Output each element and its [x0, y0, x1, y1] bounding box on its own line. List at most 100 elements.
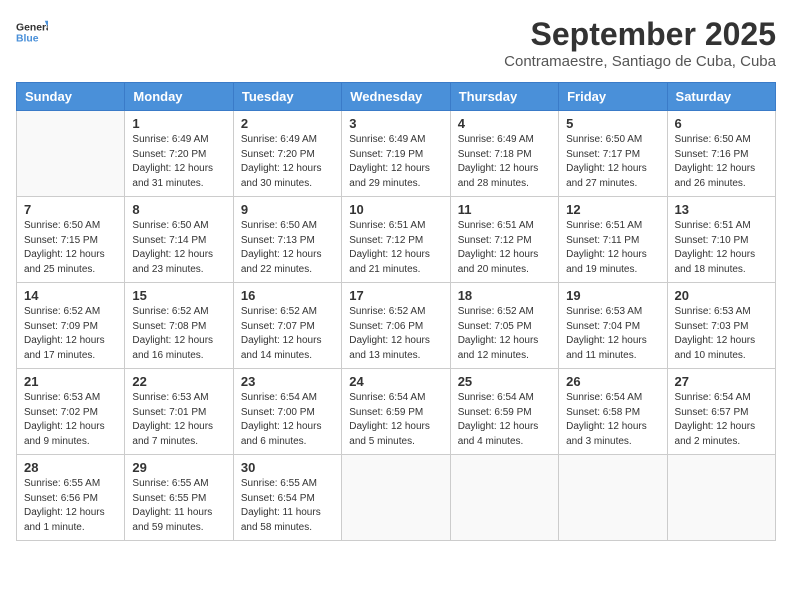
calendar-cell: 15 Sunrise: 6:52 AMSunset: 7:08 PMDayligh…	[125, 283, 233, 369]
weekday-header-friday: Friday	[559, 83, 667, 111]
day-info: Sunrise: 6:50 AMSunset: 7:15 PMDaylight:…	[24, 219, 117, 277]
day-number: 9	[241, 202, 334, 217]
day-number: 26	[566, 374, 659, 389]
weekday-header-monday: Monday	[125, 83, 233, 111]
title-section: September 2025 Contramaestre, Santiago d…	[504, 16, 776, 70]
calendar-week-row-1: 1 Sunrise: 6:49 AMSunset: 7:20 PMDaylight…	[17, 111, 776, 197]
svg-text:General: General	[16, 22, 48, 33]
day-info: Sunrise: 6:50 AMSunset: 7:17 PMDaylight:…	[566, 133, 659, 191]
calendar-week-row-5: 28 Sunrise: 6:55 AMSunset: 6:56 PMDayligh…	[17, 455, 776, 541]
day-info: Sunrise: 6:54 AMSunset: 7:00 PMDaylight:…	[241, 391, 334, 449]
calendar-cell: 22Sunrise: 6:53 AMSunset: 7:01 PMDayligh…	[125, 369, 233, 455]
day-info: Sunrise: 6:54 AMSunset: 6:59 PMDaylight:…	[349, 391, 442, 449]
day-info: Sunrise: 6:51 AMSunset: 7:12 PMDaylight:…	[349, 219, 442, 277]
day-info: Sunrise: 6:54 AMSunset: 6:58 PMDaylight:…	[566, 391, 659, 449]
day-number: 18	[458, 288, 551, 303]
day-info: Sunrise: 6:53 AMSunset: 7:02 PMDaylight:…	[24, 391, 117, 449]
calendar-cell	[450, 455, 558, 541]
calendar-table: SundayMondayTuesdayWednesdayThursdayFrid…	[16, 82, 776, 541]
calendar-cell: 23 Sunrise: 6:54 AMSunset: 7:00 PMDayligh…	[233, 369, 341, 455]
weekday-header-tuesday: Tuesday	[233, 83, 341, 111]
calendar-cell: 1 Sunrise: 6:49 AMSunset: 7:20 PMDaylight…	[125, 111, 233, 197]
day-number: 11	[458, 202, 551, 217]
calendar-cell: 14 Sunrise: 6:52 AMSunset: 7:09 PMDayligh…	[17, 283, 125, 369]
calendar-cell: 5 Sunrise: 6:50 AMSunset: 7:17 PMDaylight…	[559, 111, 667, 197]
calendar-cell: 17 Sunrise: 6:52 AMSunset: 7:06 PMDayligh…	[342, 283, 450, 369]
day-info: Sunrise: 6:49 AMSunset: 7:20 PMDaylight:…	[132, 133, 225, 191]
calendar-cell: 26 Sunrise: 6:54 AMSunset: 6:58 PMDayligh…	[559, 369, 667, 455]
day-info: Sunrise: 6:52 AMSunset: 7:09 PMDaylight:…	[24, 305, 117, 363]
calendar-cell	[667, 455, 775, 541]
day-info: Sunrise: 6:55 AMSunset: 6:54 PMDaylight:…	[241, 477, 334, 535]
calendar-cell: 2 Sunrise: 6:49 AMSunset: 7:20 PMDaylight…	[233, 111, 341, 197]
day-info: Sunrise: 6:53 AMSunset: 7:03 PMDaylight:…	[675, 305, 768, 363]
day-info: Sunrise: 6:49 AMSunset: 7:20 PMDaylight:…	[241, 133, 334, 191]
weekday-header-row: SundayMondayTuesdayWednesdayThursdayFrid…	[17, 83, 776, 111]
day-info: Sunrise: 6:55 AMSunset: 6:56 PMDaylight:…	[24, 477, 117, 535]
day-info: Sunrise: 6:53 AMSunset: 7:04 PMDaylight:…	[566, 305, 659, 363]
day-info: Sunrise: 6:55 AMSunset: 6:55 PMDaylight:…	[132, 477, 225, 535]
calendar-cell: 19Sunrise: 6:53 AMSunset: 7:04 PMDayligh…	[559, 283, 667, 369]
day-info: Sunrise: 6:54 AMSunset: 6:57 PMDaylight:…	[675, 391, 768, 449]
calendar-cell: 13Sunrise: 6:51 AMSunset: 7:10 PMDayligh…	[667, 197, 775, 283]
calendar-week-row-3: 14 Sunrise: 6:52 AMSunset: 7:09 PMDayligh…	[17, 283, 776, 369]
calendar-cell	[17, 111, 125, 197]
day-number: 1	[132, 116, 225, 131]
weekday-header-saturday: Saturday	[667, 83, 775, 111]
logo: General Blue	[16, 16, 48, 48]
day-number: 8	[132, 202, 225, 217]
day-number: 14	[24, 288, 117, 303]
day-number: 5	[566, 116, 659, 131]
calendar-cell: 27Sunrise: 6:54 AMSunset: 6:57 PMDayligh…	[667, 369, 775, 455]
month-title: September 2025	[504, 16, 776, 53]
calendar-cell: 28 Sunrise: 6:55 AMSunset: 6:56 PMDayligh…	[17, 455, 125, 541]
calendar-cell	[342, 455, 450, 541]
day-info: Sunrise: 6:51 AMSunset: 7:10 PMDaylight:…	[675, 219, 768, 277]
day-info: Sunrise: 6:52 AMSunset: 7:08 PMDaylight:…	[132, 305, 225, 363]
day-number: 30	[241, 460, 334, 475]
calendar-cell: 11 Sunrise: 6:51 AMSunset: 7:12 PMDayligh…	[450, 197, 558, 283]
calendar-cell: 30 Sunrise: 6:55 AMSunset: 6:54 PMDayligh…	[233, 455, 341, 541]
logo-icon: General Blue	[16, 16, 48, 48]
day-number: 21	[24, 374, 117, 389]
day-number: 3	[349, 116, 442, 131]
day-info: Sunrise: 6:54 AMSunset: 6:59 PMDaylight:…	[458, 391, 551, 449]
day-info: Sunrise: 6:52 AMSunset: 7:06 PMDaylight:…	[349, 305, 442, 363]
day-info: Sunrise: 6:52 AMSunset: 7:05 PMDaylight:…	[458, 305, 551, 363]
day-number: 24	[349, 374, 442, 389]
day-number: 28	[24, 460, 117, 475]
calendar-cell: 4 Sunrise: 6:49 AMSunset: 7:18 PMDaylight…	[450, 111, 558, 197]
calendar-cell: 8 Sunrise: 6:50 AMSunset: 7:14 PMDaylight…	[125, 197, 233, 283]
calendar-cell	[559, 455, 667, 541]
location-title: Contramaestre, Santiago de Cuba, Cuba	[504, 53, 776, 70]
day-number: 6	[675, 116, 768, 131]
day-number: 29	[132, 460, 225, 475]
calendar-cell: 3 Sunrise: 6:49 AMSunset: 7:19 PMDaylight…	[342, 111, 450, 197]
calendar-cell: 29 Sunrise: 6:55 AMSunset: 6:55 PMDayligh…	[125, 455, 233, 541]
calendar-week-row-2: 7Sunrise: 6:50 AMSunset: 7:15 PMDaylight…	[17, 197, 776, 283]
day-info: Sunrise: 6:49 AMSunset: 7:18 PMDaylight:…	[458, 133, 551, 191]
day-number: 20	[675, 288, 768, 303]
day-info: Sunrise: 6:51 AMSunset: 7:11 PMDaylight:…	[566, 219, 659, 277]
calendar-cell: 18 Sunrise: 6:52 AMSunset: 7:05 PMDayligh…	[450, 283, 558, 369]
day-number: 12	[566, 202, 659, 217]
day-info: Sunrise: 6:50 AMSunset: 7:14 PMDaylight:…	[132, 219, 225, 277]
day-info: Sunrise: 6:50 AMSunset: 7:16 PMDaylight:…	[675, 133, 768, 191]
calendar-cell: 20 Sunrise: 6:53 AMSunset: 7:03 PMDayligh…	[667, 283, 775, 369]
day-number: 4	[458, 116, 551, 131]
calendar-cell: 6 Sunrise: 6:50 AMSunset: 7:16 PMDaylight…	[667, 111, 775, 197]
calendar-cell: 7Sunrise: 6:50 AMSunset: 7:15 PMDaylight…	[17, 197, 125, 283]
day-number: 2	[241, 116, 334, 131]
day-number: 10	[349, 202, 442, 217]
day-number: 17	[349, 288, 442, 303]
day-info: Sunrise: 6:51 AMSunset: 7:12 PMDaylight:…	[458, 219, 551, 277]
day-number: 23	[241, 374, 334, 389]
calendar-cell: 16Sunrise: 6:52 AMSunset: 7:07 PMDayligh…	[233, 283, 341, 369]
day-number: 15	[132, 288, 225, 303]
day-info: Sunrise: 6:49 AMSunset: 7:19 PMDaylight:…	[349, 133, 442, 191]
day-info: Sunrise: 6:53 AMSunset: 7:01 PMDaylight:…	[132, 391, 225, 449]
weekday-header-thursday: Thursday	[450, 83, 558, 111]
day-number: 16	[241, 288, 334, 303]
weekday-header-sunday: Sunday	[17, 83, 125, 111]
calendar-cell: 9Sunrise: 6:50 AMSunset: 7:13 PMDaylight…	[233, 197, 341, 283]
